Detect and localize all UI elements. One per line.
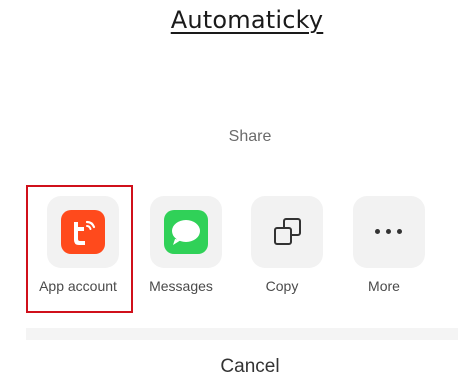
highlight-box <box>26 185 133 313</box>
share-title: Share <box>228 128 272 145</box>
share-messages[interactable]: Messages <box>136 196 226 306</box>
speech-bubble-icon <box>172 220 200 245</box>
screenshot-page: Automaticky Share App account Messages C… <box>0 0 458 385</box>
cancel-button[interactable]: Cancel <box>26 356 458 378</box>
share-copy[interactable]: Copy <box>237 196 327 306</box>
messages-label: Messages <box>149 278 213 294</box>
messages-icon <box>164 210 208 254</box>
more-tile[interactable] <box>353 196 425 268</box>
page-heading: Automaticky <box>170 6 324 34</box>
copy-icon <box>274 218 301 245</box>
more-label: More <box>368 278 400 294</box>
messages-tile[interactable] <box>150 196 222 268</box>
copy-label: Copy <box>265 278 299 294</box>
copy-tile[interactable] <box>251 196 323 268</box>
sheet-divider <box>26 328 458 340</box>
share-more[interactable]: More <box>339 196 429 306</box>
more-icon <box>375 229 403 235</box>
